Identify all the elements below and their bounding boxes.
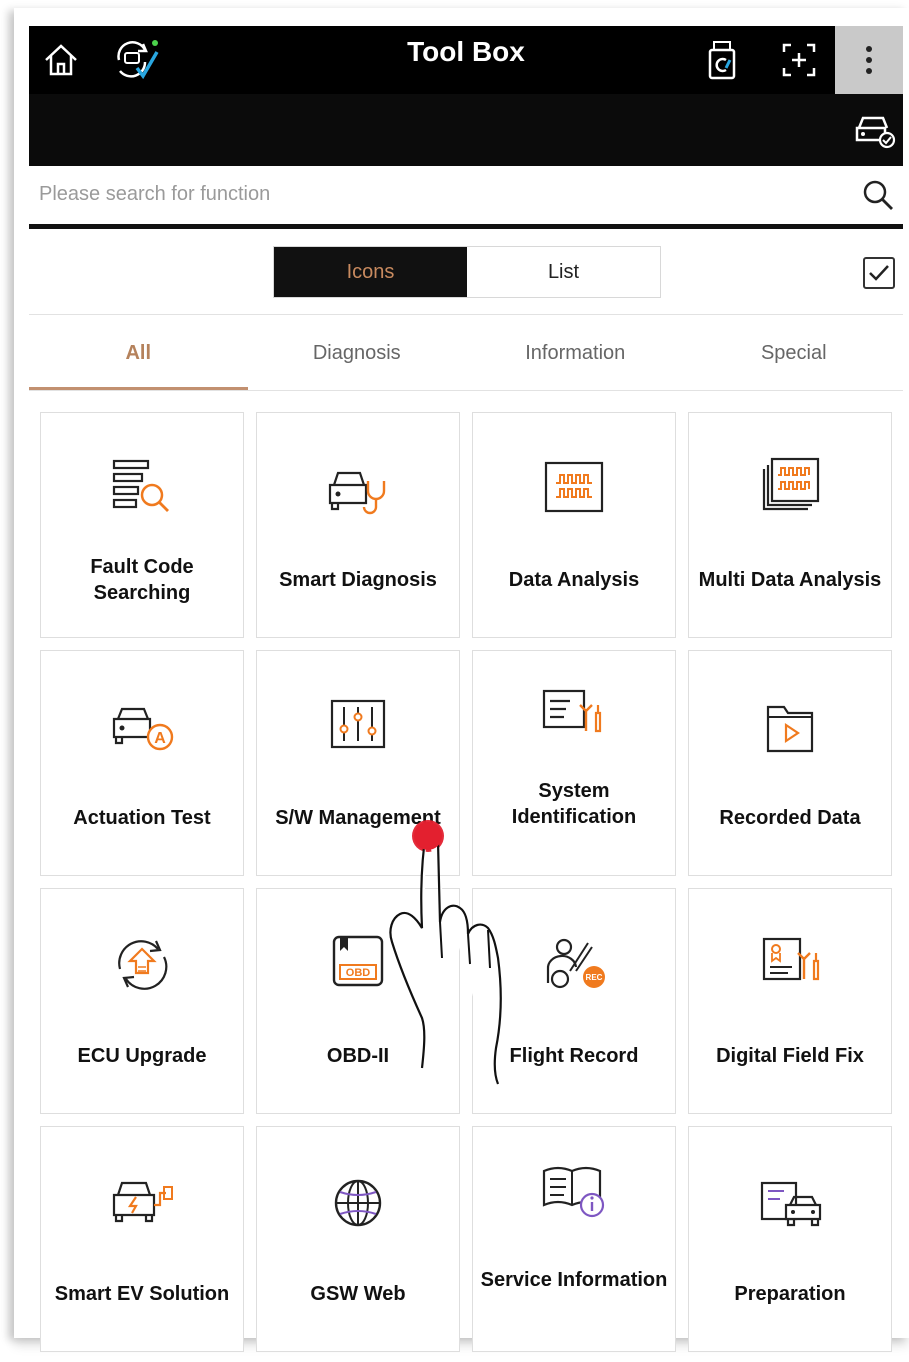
search-bar <box>29 166 903 229</box>
ecu-upgrade-icon <box>118 940 168 990</box>
tile-label: Fault Code Searching <box>90 556 194 604</box>
vehicle-status-icon[interactable] <box>853 108 897 152</box>
tap-pointer-icon <box>389 820 502 1085</box>
actuation-test-icon: A <box>112 707 174 751</box>
fault-code-search-icon <box>112 459 169 512</box>
tile-smart-ev-solution[interactable]: Smart EV Solution <box>40 1126 244 1352</box>
page-title: Tool Box <box>407 36 525 67</box>
recorded-data-icon <box>766 705 814 753</box>
category-tabs: All Diagnosis Information Special <box>29 316 904 391</box>
tile-recorded-data[interactable]: Recorded Data <box>688 650 892 876</box>
svg-text:A: A <box>154 730 166 747</box>
data-analysis-icon <box>544 461 604 513</box>
top-bar: Tool Box <box>29 26 903 166</box>
divider <box>29 314 903 315</box>
checkmark-icon <box>869 265 889 281</box>
sw-management-icon <box>330 699 386 749</box>
smart-ev-icon <box>112 1181 173 1223</box>
flight-record-icon: REC <box>546 938 605 989</box>
tab-information[interactable]: Information <box>466 316 685 390</box>
search-input[interactable] <box>37 176 841 212</box>
smart-diagnosis-icon <box>328 471 386 515</box>
tile-label: Actuation Test <box>73 807 211 829</box>
tile-preparation[interactable]: Preparation <box>688 1126 892 1352</box>
multi-data-analysis-icon <box>762 457 820 511</box>
view-toggle: Icons List <box>273 246 661 298</box>
globe-icon <box>334 1179 382 1227</box>
vci-device-icon[interactable] <box>697 34 749 86</box>
tile-gsw-web[interactable]: GSW Web <box>256 1126 460 1352</box>
system-identification-icon <box>542 689 602 733</box>
tile-label: Service Information <box>480 1269 668 1291</box>
tile-label: Smart Diagnosis <box>279 569 437 591</box>
divider <box>29 390 903 391</box>
search-icon[interactable] <box>861 178 895 212</box>
more-vertical-icon <box>866 46 872 74</box>
service-information-icon <box>542 1166 605 1218</box>
tile-label: Data Analysis <box>508 569 640 591</box>
select-checkbox[interactable] <box>863 257 895 289</box>
list-view-button[interactable]: List <box>467 247 660 297</box>
tile-label: Digital Field Fix <box>716 1045 864 1067</box>
tile-label: ECU Upgrade <box>77 1045 207 1067</box>
tile-fault-code-searching[interactable]: Fault Code Searching <box>40 412 244 638</box>
icons-view-button[interactable]: Icons <box>274 247 467 297</box>
svg-text:OBD: OBD <box>346 967 371 979</box>
tab-all[interactable]: All <box>29 316 248 391</box>
tile-label: GSW Web <box>310 1283 406 1305</box>
tile-ecu-upgrade[interactable]: ECU Upgrade <box>40 888 244 1114</box>
tab-special[interactable]: Special <box>685 316 904 390</box>
screen-capture-icon[interactable] <box>773 34 825 86</box>
tile-label: Multi Data Analysis <box>698 569 882 591</box>
digital-field-fix-icon <box>762 937 820 981</box>
more-menu-button[interactable] <box>835 26 903 94</box>
tile-multi-data-analysis[interactable]: Multi Data Analysis <box>688 412 892 638</box>
tab-diagnosis[interactable]: Diagnosis <box>248 316 467 390</box>
svg-text:REC: REC <box>586 973 603 982</box>
tile-digital-field-fix[interactable]: Digital Field Fix <box>688 888 892 1114</box>
tile-service-information[interactable]: Service Information <box>472 1126 676 1352</box>
tile-smart-diagnosis[interactable]: Smart Diagnosis <box>256 412 460 638</box>
tile-label: Smart EV Solution <box>54 1283 230 1305</box>
tile-label: Recorded Data <box>719 807 861 829</box>
preparation-icon <box>760 1181 822 1227</box>
tile-data-analysis[interactable]: Data Analysis <box>472 412 676 638</box>
vehicle-bar <box>29 94 903 166</box>
tile-actuation-test[interactable]: A Actuation Test <box>40 650 244 876</box>
tile-label: Preparation <box>734 1283 846 1305</box>
